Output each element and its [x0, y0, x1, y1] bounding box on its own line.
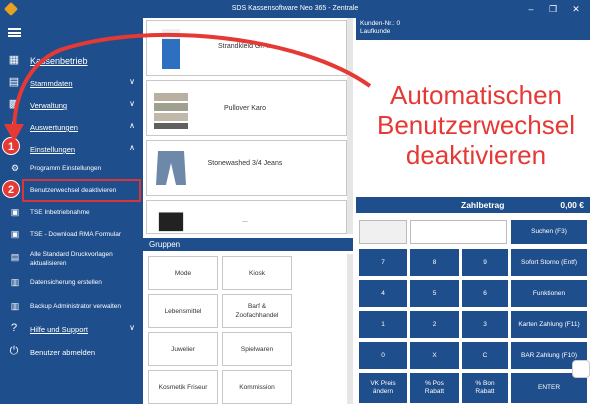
- callout-text: Automatischen Benutzerwechsel deaktivier…: [377, 80, 575, 170]
- support-widget-icon[interactable]: [572, 360, 590, 378]
- callout-arrow: [4, 32, 372, 142]
